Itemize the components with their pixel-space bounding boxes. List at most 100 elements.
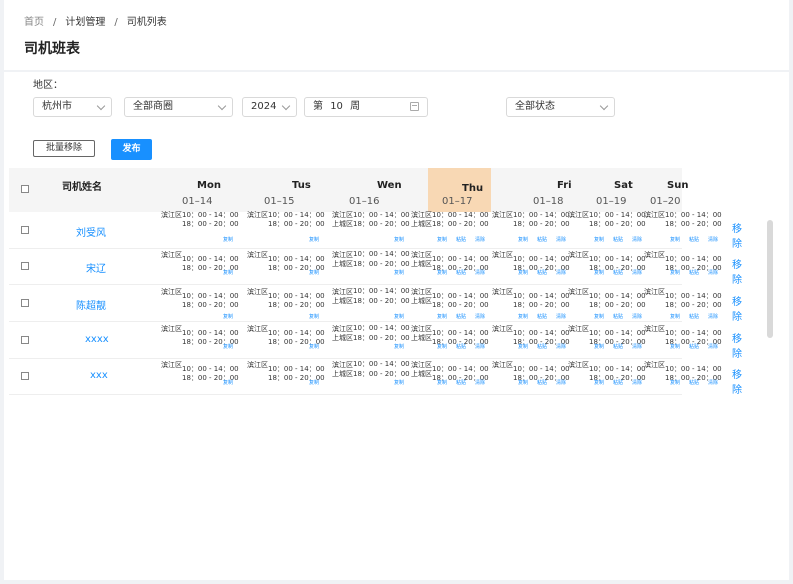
- copy-link[interactable]: 复制: [309, 343, 319, 352]
- row-checkbox[interactable]: [21, 299, 29, 307]
- row-checkbox[interactable]: [21, 336, 29, 344]
- copy-link[interactable]: 复制: [223, 269, 233, 278]
- city-select[interactable]: 杭州市: [33, 97, 112, 117]
- copy-link[interactable]: 复制: [518, 236, 528, 245]
- paste-link[interactable]: 粘贴: [537, 236, 547, 245]
- paste-link[interactable]: 粘贴: [613, 313, 623, 322]
- paste-link[interactable]: 粘贴: [456, 269, 466, 278]
- breadcrumb-plan[interactable]: 计划管理: [65, 13, 105, 28]
- clear-link[interactable]: 清除: [632, 343, 642, 352]
- copy-link[interactable]: 复制: [223, 313, 233, 322]
- publish-button[interactable]: 发布: [111, 139, 152, 160]
- copy-link[interactable]: 复制: [594, 313, 604, 322]
- clear-link[interactable]: 清除: [632, 379, 642, 388]
- paste-link[interactable]: 粘贴: [456, 379, 466, 388]
- driver-name[interactable]: 陈超靓: [76, 297, 106, 312]
- copy-link[interactable]: 复制: [670, 269, 680, 278]
- copy-link[interactable]: 复制: [394, 236, 404, 245]
- clear-link[interactable]: 清除: [556, 379, 566, 388]
- clear-link[interactable]: 清除: [556, 236, 566, 245]
- paste-link[interactable]: 粘贴: [689, 379, 699, 388]
- select-all-checkbox[interactable]: [21, 185, 29, 193]
- paste-link[interactable]: 粘贴: [613, 269, 623, 278]
- paste-link[interactable]: 粘贴: [456, 343, 466, 352]
- copy-link[interactable]: 复制: [518, 343, 528, 352]
- copy-link[interactable]: 复制: [594, 269, 604, 278]
- district-select[interactable]: 全部商圈: [124, 97, 233, 117]
- clear-link[interactable]: 清除: [556, 343, 566, 352]
- copy-link[interactable]: 复制: [309, 269, 319, 278]
- paste-link[interactable]: 粘贴: [537, 379, 547, 388]
- clear-link[interactable]: 清除: [556, 269, 566, 278]
- paste-link[interactable]: 粘贴: [689, 236, 699, 245]
- clear-link[interactable]: 清除: [632, 236, 642, 245]
- paste-link[interactable]: 粘贴: [537, 343, 547, 352]
- clear-link[interactable]: 清除: [475, 236, 485, 245]
- clear-link[interactable]: 清除: [556, 313, 566, 322]
- clear-link[interactable]: 清除: [475, 343, 485, 352]
- clear-link[interactable]: 清除: [475, 269, 485, 278]
- paste-link[interactable]: 粘贴: [613, 236, 623, 245]
- row-checkbox[interactable]: [21, 262, 29, 270]
- clear-link[interactable]: 清除: [708, 236, 718, 245]
- driver-name[interactable]: xxx: [90, 370, 108, 381]
- copy-link[interactable]: 复制: [518, 313, 528, 322]
- copy-link[interactable]: 复制: [309, 379, 319, 388]
- copy-link[interactable]: 复制: [394, 379, 404, 388]
- row-checkbox[interactable]: [21, 226, 29, 234]
- copy-link[interactable]: 复制: [437, 269, 447, 278]
- copy-link[interactable]: 复制: [518, 269, 528, 278]
- copy-link[interactable]: 复制: [670, 236, 680, 245]
- row-checkbox[interactable]: [21, 372, 29, 380]
- paste-link[interactable]: 粘贴: [537, 269, 547, 278]
- year-select[interactable]: 2024: [242, 97, 297, 117]
- copy-link[interactable]: 复制: [437, 313, 447, 322]
- paste-link[interactable]: 粘贴: [456, 313, 466, 322]
- driver-name[interactable]: 刘受风: [76, 224, 106, 239]
- clear-link[interactable]: 清除: [632, 313, 642, 322]
- copy-link[interactable]: 复制: [309, 236, 319, 245]
- copy-link[interactable]: 复制: [309, 313, 319, 322]
- remove-link[interactable]: 移除: [732, 256, 742, 286]
- copy-link[interactable]: 复制: [670, 379, 680, 388]
- copy-link[interactable]: 复制: [223, 343, 233, 352]
- copy-link[interactable]: 复制: [670, 313, 680, 322]
- clear-link[interactable]: 清除: [708, 269, 718, 278]
- scrollbar[interactable]: [767, 220, 773, 338]
- clear-link[interactable]: 清除: [708, 313, 718, 322]
- paste-link[interactable]: 粘贴: [613, 379, 623, 388]
- paste-link[interactable]: 粘贴: [689, 313, 699, 322]
- copy-link[interactable]: 复制: [594, 236, 604, 245]
- copy-link[interactable]: 复制: [437, 236, 447, 245]
- copy-link[interactable]: 复制: [518, 379, 528, 388]
- paste-link[interactable]: 粘贴: [537, 313, 547, 322]
- remove-link[interactable]: 移除: [732, 220, 742, 250]
- paste-link[interactable]: 粘贴: [689, 343, 699, 352]
- copy-link[interactable]: 复制: [223, 236, 233, 245]
- batch-remove-button[interactable]: 批量移除: [33, 140, 95, 157]
- remove-link[interactable]: 移除: [732, 330, 742, 360]
- clear-link[interactable]: 清除: [475, 379, 485, 388]
- clear-link[interactable]: 清除: [632, 269, 642, 278]
- clear-link[interactable]: 清除: [708, 343, 718, 352]
- remove-link[interactable]: 移除: [732, 366, 742, 396]
- copy-link[interactable]: 复制: [437, 379, 447, 388]
- copy-link[interactable]: 复制: [670, 343, 680, 352]
- driver-name[interactable]: 宋辽: [86, 260, 106, 275]
- clear-link[interactable]: 清除: [708, 379, 718, 388]
- breadcrumb-home[interactable]: 首页: [24, 13, 44, 28]
- copy-link[interactable]: 复制: [594, 343, 604, 352]
- copy-link[interactable]: 复制: [437, 343, 447, 352]
- copy-link[interactable]: 复制: [594, 379, 604, 388]
- copy-link[interactable]: 复制: [394, 269, 404, 278]
- remove-link[interactable]: 移除: [732, 293, 742, 323]
- paste-link[interactable]: 粘贴: [613, 343, 623, 352]
- week-picker[interactable]: 第 10 周: [304, 97, 428, 117]
- copy-link[interactable]: 复制: [223, 379, 233, 388]
- driver-name[interactable]: xxxx: [85, 334, 109, 345]
- paste-link[interactable]: 粘贴: [456, 236, 466, 245]
- status-select[interactable]: 全部状态: [506, 97, 615, 117]
- copy-link[interactable]: 复制: [394, 343, 404, 352]
- clear-link[interactable]: 清除: [475, 313, 485, 322]
- copy-link[interactable]: 复制: [394, 313, 404, 322]
